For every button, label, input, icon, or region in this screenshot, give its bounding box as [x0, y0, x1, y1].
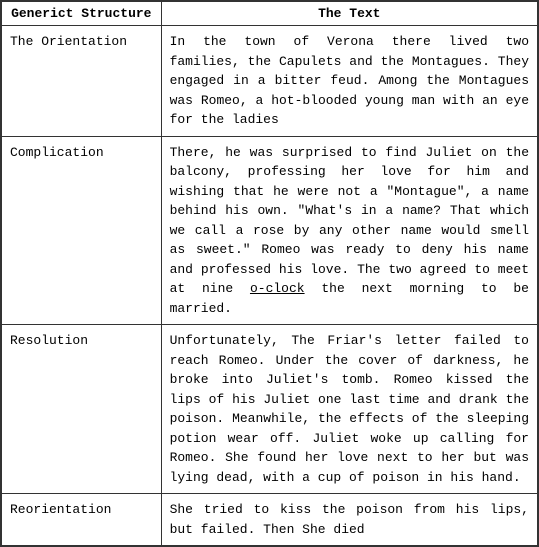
- table-row: Resolution Unfortunately, The Friar's le…: [2, 325, 538, 494]
- structure-label-orientation: The Orientation: [2, 26, 162, 137]
- complication-text-underline: o-clock: [250, 281, 305, 296]
- text-content-orientation: In the town of Verona there lived two fa…: [161, 26, 537, 137]
- table-row: Complication There, he was surprised to …: [2, 136, 538, 325]
- header-text: The Text: [161, 2, 537, 26]
- structure-label-reorientation: Reorientation: [2, 494, 162, 546]
- complication-text-part1: There, he was surprised to find Juliet o…: [170, 145, 529, 297]
- structure-table: Generict Structure The Text The Orientat…: [1, 1, 538, 546]
- text-content-reorientation: She tried to kiss the poison from his li…: [161, 494, 537, 546]
- header-structure: Generict Structure: [2, 2, 162, 26]
- table-row: Reorientation She tried to kiss the pois…: [2, 494, 538, 546]
- main-table-container: Generict Structure The Text The Orientat…: [0, 0, 539, 547]
- text-content-complication: There, he was surprised to find Juliet o…: [161, 136, 537, 325]
- table-row: The Orientation In the town of Verona th…: [2, 26, 538, 137]
- text-content-resolution: Unfortunately, The Friar's letter failed…: [161, 325, 537, 494]
- header-row: Generict Structure The Text: [2, 2, 538, 26]
- structure-label-complication: Complication: [2, 136, 162, 325]
- structure-label-resolution: Resolution: [2, 325, 162, 494]
